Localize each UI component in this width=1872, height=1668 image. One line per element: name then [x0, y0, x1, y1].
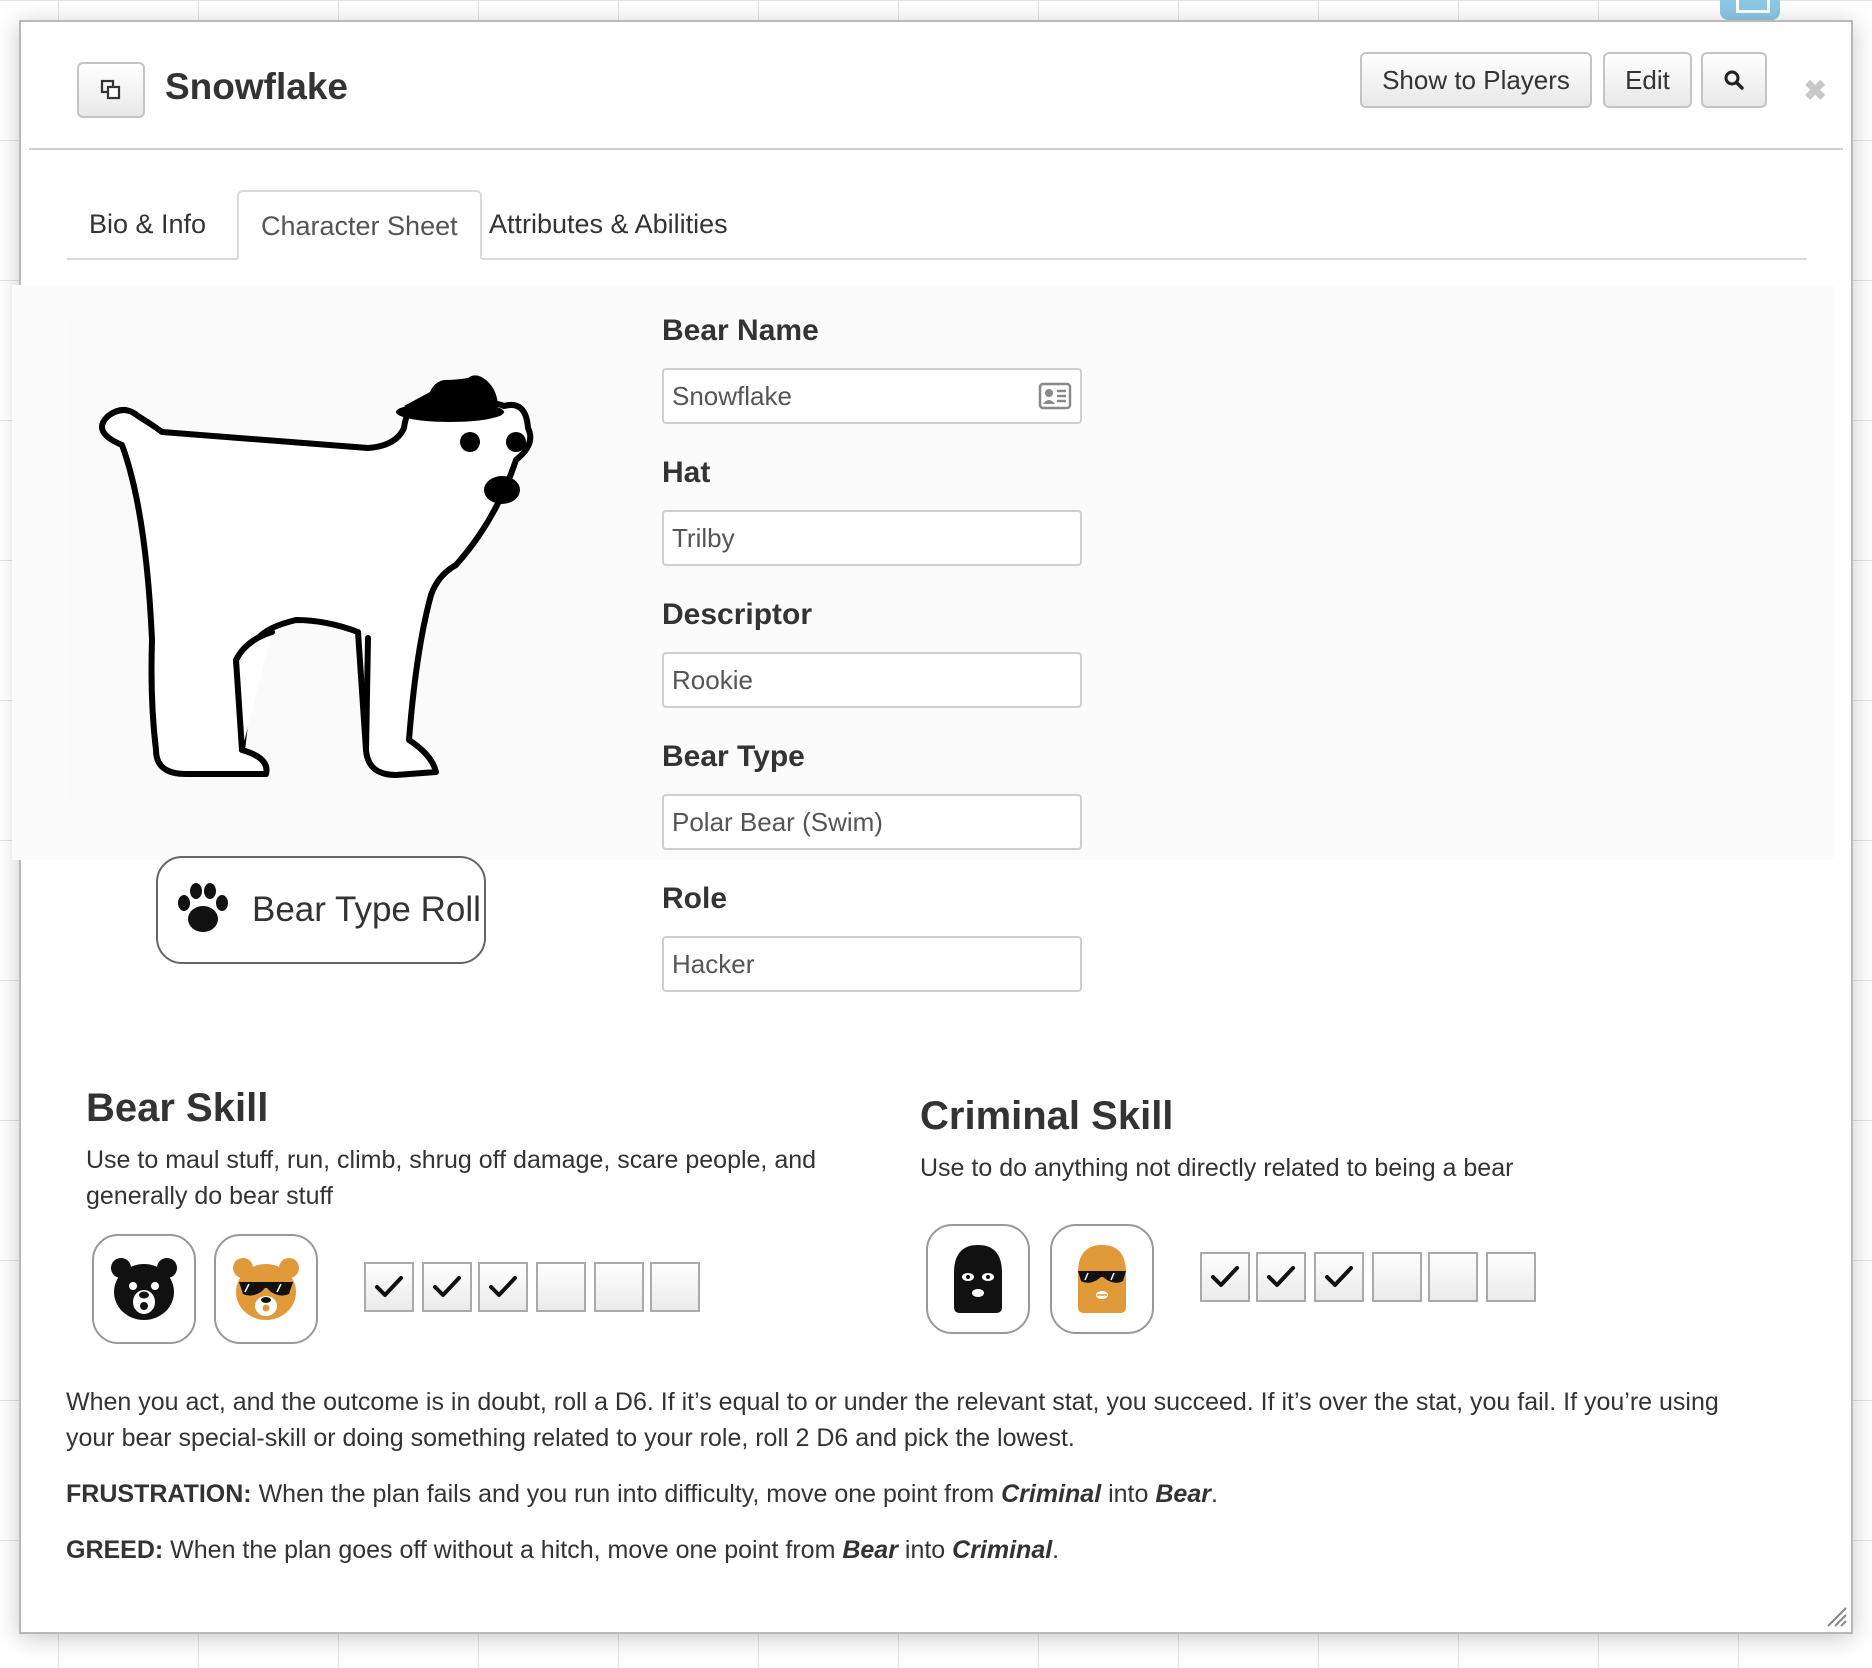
dialog-title: Snowflake — [165, 66, 348, 107]
bear-portrait — [66, 320, 592, 800]
search-icon — [1724, 70, 1744, 90]
checkmark-icon — [1267, 1266, 1295, 1287]
frustration-label: FRUSTRATION: — [66, 1480, 252, 1508]
bear-skill-title: Bear Skill — [86, 1086, 269, 1130]
criminal-skill-title: Criminal Skill — [920, 1094, 1174, 1138]
checkmark-icon — [1211, 1266, 1239, 1287]
rules-greed: GREED: When the plan goes off without a … — [66, 1532, 1766, 1568]
frustration-text-c: . — [1210, 1480, 1218, 1508]
bear-skill-box-6[interactable] — [650, 1262, 700, 1312]
frustration-text-a: When the plan fails and you run into dif… — [251, 1480, 1002, 1508]
role-input[interactable]: Hacker — [662, 936, 1082, 992]
close-icon[interactable]: ✖ — [1804, 74, 1827, 107]
bear-skill-roll-button[interactable] — [92, 1234, 196, 1344]
bear-name-value: Snowflake — [672, 381, 792, 411]
bear-name-input[interactable]: Snowflake — [662, 368, 1082, 424]
polar-bear-trilby-icon — [99, 375, 534, 778]
descriptor-input[interactable]: Rookie — [662, 652, 1082, 708]
dialog-header: Snowflake Show to Players Edit ✖ — [29, 22, 1843, 150]
criminal-skill-greed-button[interactable] — [1050, 1224, 1154, 1334]
show-to-players-button[interactable]: Show to Players — [1360, 52, 1592, 108]
search-button[interactable] — [1701, 52, 1767, 108]
checkmark-icon — [1325, 1266, 1353, 1287]
checkmark-icon — [489, 1276, 517, 1297]
bear-type-input[interactable]: Polar Bear (Swim) — [662, 794, 1082, 850]
tab-character-sheet[interactable]: Character Sheet — [237, 190, 482, 260]
criminal-skill-box-1[interactable] — [1200, 1252, 1250, 1302]
map-token — [1720, 0, 1780, 20]
popout-icon — [100, 79, 121, 100]
bear-skill-greed-button[interactable] — [214, 1234, 318, 1344]
popout-button[interactable] — [77, 62, 145, 118]
tab-bar: Bio & Info Character Sheet Attributes & … — [67, 168, 1807, 260]
criminal-skill-box-6[interactable] — [1486, 1252, 1536, 1302]
bear-type-roll-button[interactable]: Bear Type Roll — [156, 856, 486, 964]
bear-skill-description: Use to maul stuff, run, climb, shrug off… — [86, 1146, 817, 1210]
role-label: Role — [662, 882, 728, 915]
criminal-skill-roll-button[interactable] — [926, 1224, 1030, 1334]
criminal-skill-box-3[interactable] — [1314, 1252, 1364, 1302]
frustration-text-b: into — [1101, 1480, 1156, 1508]
frustration-em-a: Criminal — [1001, 1480, 1102, 1508]
bear-sunglasses-icon — [233, 1258, 299, 1320]
bear-skill-box-3[interactable] — [478, 1262, 528, 1312]
tab-bio-info[interactable]: Bio & Info — [67, 190, 228, 258]
frustration-em-b: Bear — [1155, 1480, 1211, 1508]
greed-text-b: into — [897, 1536, 953, 1564]
balaclava-sunglasses-icon — [1078, 1245, 1126, 1313]
checkmark-icon — [433, 1276, 461, 1297]
rules-main: When you act, and the outcome is in doub… — [66, 1388, 1719, 1452]
greed-text-c: . — [1052, 1536, 1060, 1564]
bear-skill-box-4[interactable] — [536, 1262, 586, 1312]
rules-frustration: FRUSTRATION: When the plan fails and you… — [66, 1476, 1766, 1512]
greed-em-b: Criminal — [952, 1536, 1053, 1564]
bear-skill-box-5[interactable] — [594, 1262, 644, 1312]
bear-face-icon — [111, 1258, 177, 1320]
greed-text-a: When the plan goes off without a hitch, … — [163, 1536, 843, 1564]
bear-skill-box-2[interactable] — [422, 1262, 472, 1312]
criminal-skill-box-2[interactable] — [1256, 1252, 1306, 1302]
bear-type-label: Bear Type — [662, 740, 805, 773]
checkmark-icon — [375, 1276, 403, 1297]
contact-card-icon[interactable] — [1038, 382, 1072, 410]
criminal-skill-description: Use to do anything not directly related … — [920, 1154, 1514, 1182]
resize-handle-icon[interactable] — [1826, 1606, 1848, 1628]
greed-em-a: Bear — [842, 1536, 898, 1564]
criminal-skill-box-4[interactable] — [1372, 1252, 1422, 1302]
bear-skill-box-1[interactable] — [364, 1262, 414, 1312]
edit-button[interactable]: Edit — [1603, 52, 1692, 108]
greed-label: GREED: — [66, 1536, 164, 1564]
hat-input[interactable]: Trilby — [662, 510, 1082, 566]
bear-name-label: Bear Name — [662, 314, 819, 347]
bear-type-roll-label: Bear Type Roll — [252, 890, 481, 929]
descriptor-label: Descriptor — [662, 598, 813, 631]
hat-label: Hat — [662, 456, 711, 489]
balaclava-icon — [954, 1245, 1002, 1313]
paw-icon — [178, 883, 228, 932]
tab-attributes-abilities[interactable]: Attributes & Abilities — [467, 190, 750, 258]
criminal-skill-box-5[interactable] — [1428, 1252, 1478, 1302]
